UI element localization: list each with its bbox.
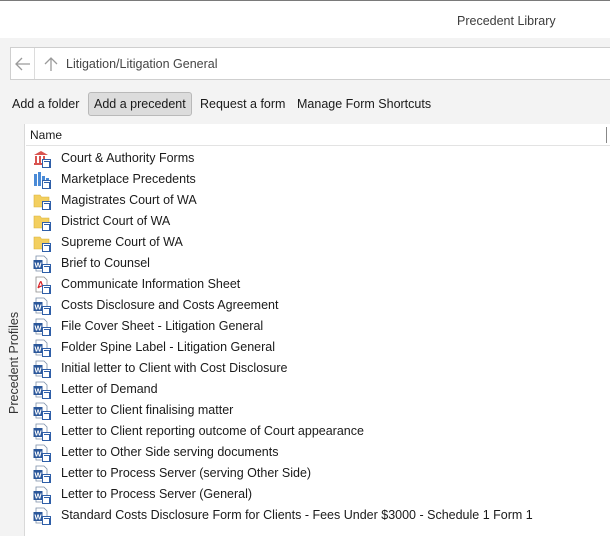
list-item-label: Standard Costs Disclosure Form for Clien… [61,508,533,522]
pdf-doc-icon [33,276,51,294]
precedent-list: Name Court & Authority Forms Marketplace … [26,124,610,536]
word-doc-icon: W [33,360,51,378]
request-form-button[interactable]: Request a form [194,92,291,116]
arrow-up-icon [44,56,58,71]
list-item-label: Marketplace Precedents [61,172,196,186]
word-doc-icon: W [33,423,51,441]
list-item[interactable]: W Standard Costs Disclosure Form for Clie… [26,505,610,526]
column-header: Name [26,124,610,146]
list-item[interactable]: Magistrates Court of WA [26,190,610,211]
word-doc-icon: W [33,444,51,462]
precedent-profiles-text: Precedent Profiles [7,311,21,414]
address-bar[interactable]: Litigation/Litigation General [10,47,610,80]
list-item[interactable]: Marketplace Precedents [26,169,610,190]
list-item[interactable]: W File Cover Sheet - Litigation General [26,316,610,337]
list-item[interactable]: Supreme Court of WA [26,232,610,253]
list-item-label: Court & Authority Forms [61,151,195,165]
list-item[interactable]: W Letter to Client finalising matter [26,400,610,421]
list-item[interactable]: W Letter of Demand [26,379,610,400]
list-item[interactable]: W Brief to Counsel [26,253,610,274]
folder-shortcut-icon [33,213,51,231]
word-doc-icon: W [33,465,51,483]
list-item-label: Communicate Information Sheet [61,277,241,291]
list-item[interactable]: W Initial letter to Client with Cost Disc… [26,358,610,379]
list-item[interactable]: W Letter to Process Server (General) [26,484,610,505]
breadcrumb[interactable]: Litigation/Litigation General [66,57,218,71]
word-doc-icon: W [33,381,51,399]
title-bar: Precedent Library [0,0,610,38]
up-button[interactable] [39,48,63,79]
precedent-profiles-panel[interactable]: Precedent Profiles [0,124,25,536]
manage-form-shortcuts-button[interactable]: Manage Form Shortcuts [291,92,437,116]
list-item[interactable]: W Letter to Other Side serving documents [26,442,610,463]
add-precedent-button[interactable]: Add a precedent [88,92,192,116]
list-item-label: Letter to Process Server (General) [61,487,253,501]
list-item[interactable]: Court & Authority Forms [26,148,610,169]
list-item[interactable]: District Court of WA [26,211,610,232]
list-item-label: Letter of Demand [61,382,158,396]
list-item[interactable]: Communicate Information Sheet [26,274,610,295]
name-column-header[interactable]: Name [30,128,62,142]
list-item-label: Initial letter to Client with Cost Discl… [61,361,288,375]
list-item-label: Letter to Process Server (serving Other … [61,466,312,480]
folder-shortcut-icon [33,234,51,252]
list-item[interactable]: W Costs Disclosure and Costs Agreement [26,295,610,316]
list-item-label: Supreme Court of WA [61,235,183,249]
word-doc-icon: W [33,255,51,273]
list-item-label: Magistrates Court of WA [61,193,197,207]
list-item-label: Costs Disclosure and Costs Agreement [61,298,279,312]
list-rows: Court & Authority Forms Marketplace Prece… [26,148,610,526]
list-item-label: Letter to Client reporting outcome of Co… [61,424,364,438]
window-title: Precedent Library [457,14,556,28]
column-separator[interactable] [606,127,607,143]
list-item-label: District Court of WA [61,214,171,228]
list-item[interactable]: W Letter to Client reporting outcome of C… [26,421,610,442]
list-item-label: Letter to Client finalising matter [61,403,234,417]
list-item-label: File Cover Sheet - Litigation General [61,319,264,333]
word-doc-icon: W [33,507,51,525]
toolbar: Add a folder Add a precedent Request a f… [0,92,610,117]
word-doc-icon: W [33,486,51,504]
word-doc-icon: W [33,339,51,357]
list-item-label: Brief to Counsel [61,256,150,270]
word-doc-icon: W [33,402,51,420]
list-item-label: Letter to Other Side serving documents [61,445,279,459]
word-doc-icon: W [33,318,51,336]
court-building-icon [33,150,51,168]
word-doc-icon: W [33,297,51,315]
marketplace-icon [33,171,51,189]
list-item[interactable]: W Letter to Process Server (serving Other… [26,463,610,484]
folder-shortcut-icon [33,192,51,210]
precedent-profiles-label: Precedent Profiles [7,2,21,414]
list-item-label: Folder Spine Label - Litigation General [61,340,276,354]
list-item[interactable]: W Folder Spine Label - Litigation General [26,337,610,358]
